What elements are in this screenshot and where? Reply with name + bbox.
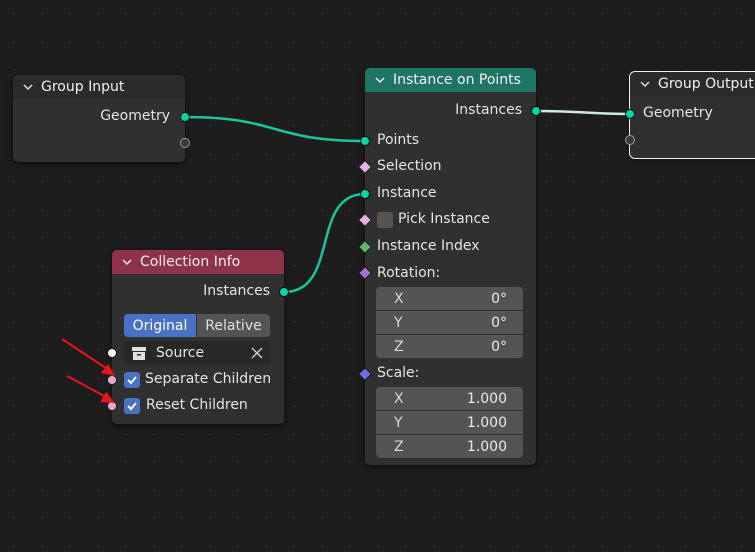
instances-output-label: Instances [455,102,522,118]
group-input-geometry-label: Geometry [100,108,170,124]
group-output-node[interactable]: Group Output Geometry [629,71,755,159]
link-instances-to-output [535,109,631,116]
instances-output-socket[interactable] [531,106,541,116]
scale-z-field[interactable]: Z 1.000 [376,435,523,458]
group-input-node[interactable]: Group Input Geometry [13,75,185,162]
separate-children-socket[interactable] [107,375,117,385]
group-output-header[interactable]: Group Output [630,72,755,96]
reset-children-checkbox[interactable] [124,398,140,414]
collection-info-node[interactable]: Collection Info Instances Original Relat… [112,250,284,424]
instance-index-label: Instance Index [377,238,480,254]
rotation-y-field[interactable]: Y 0° [376,311,523,334]
scale-y-axis: Y [394,414,403,431]
instance-on-points-title: Instance on Points [393,72,521,88]
collection-value: Source [156,344,205,361]
reset-children-label: Reset Children [146,397,248,413]
link-group-input-to-points [184,115,366,143]
collection-instances-output-socket[interactable] [279,287,289,297]
points-input-socket[interactable] [360,136,370,146]
mode-original-button[interactable]: Original [124,314,196,337]
rotation-label: Rotation: [377,265,441,281]
group-output-geometry-socket[interactable] [625,109,635,119]
scale-y-field[interactable]: Y 1.000 [376,411,523,434]
rotation-x-value: 0° [491,290,507,307]
pick-instance-checkbox[interactable] [377,212,393,228]
separate-children-checkbox[interactable] [124,372,140,388]
scale-x-field[interactable]: X 1.000 [376,387,523,410]
transform-space-toggle[interactable]: Original Relative [124,314,270,337]
instance-input-label: Instance [377,185,437,201]
group-input-title: Group Input [41,79,125,95]
group-output-empty-socket[interactable] [625,135,635,145]
collection-instances-output-label: Instances [203,283,270,299]
group-input-geometry-socket[interactable] [180,112,190,122]
selection-input-label: Selection [377,158,442,174]
collection-field[interactable]: Source [124,341,270,364]
rotation-y-value: 0° [491,314,507,331]
collection-input-socket[interactable] [107,348,117,358]
group-output-title: Group Output [658,76,754,92]
rotation-x-axis: X [394,290,404,307]
group-input-empty-socket[interactable] [180,138,190,148]
scale-x-axis: X [394,390,404,407]
mode-relative-button[interactable]: Relative [197,314,270,337]
close-icon[interactable] [251,347,263,359]
chevron-down-icon[interactable] [23,82,33,92]
checkmark-icon [127,402,137,411]
scale-z-axis: Z [394,438,404,455]
scale-z-value: 1.000 [466,438,507,455]
instance-on-points-node[interactable]: Instance on Points Instances Points Sele… [365,68,536,465]
rotation-z-axis: Z [394,338,404,355]
collection-info-title: Collection Info [140,254,241,270]
separate-children-label: Separate Children [145,371,272,387]
checkmark-icon [127,376,137,385]
rotation-y-axis: Y [394,314,403,331]
reset-children-socket[interactable] [107,401,117,411]
instance-input-socket[interactable] [360,189,370,199]
rotation-z-value: 0° [491,338,507,355]
group-input-header[interactable]: Group Input [13,75,185,99]
rotation-x-field[interactable]: X 0° [376,287,523,310]
chevron-down-icon[interactable] [375,75,385,85]
chevron-down-icon[interactable] [122,257,132,267]
rotation-z-field[interactable]: Z 0° [376,335,523,358]
chevron-down-icon[interactable] [640,79,650,89]
scale-x-value: 1.000 [466,390,507,407]
group-output-geometry-label: Geometry [643,105,713,121]
collection-info-header[interactable]: Collection Info [112,250,284,274]
link-collection-to-instance [283,192,366,294]
points-input-label: Points [377,132,420,148]
scale-label: Scale: [377,365,420,381]
collection-box-icon [132,346,146,360]
instance-on-points-header[interactable]: Instance on Points [365,68,536,92]
pick-instance-label: Pick Instance [398,211,490,227]
scale-y-value: 1.000 [466,414,507,431]
